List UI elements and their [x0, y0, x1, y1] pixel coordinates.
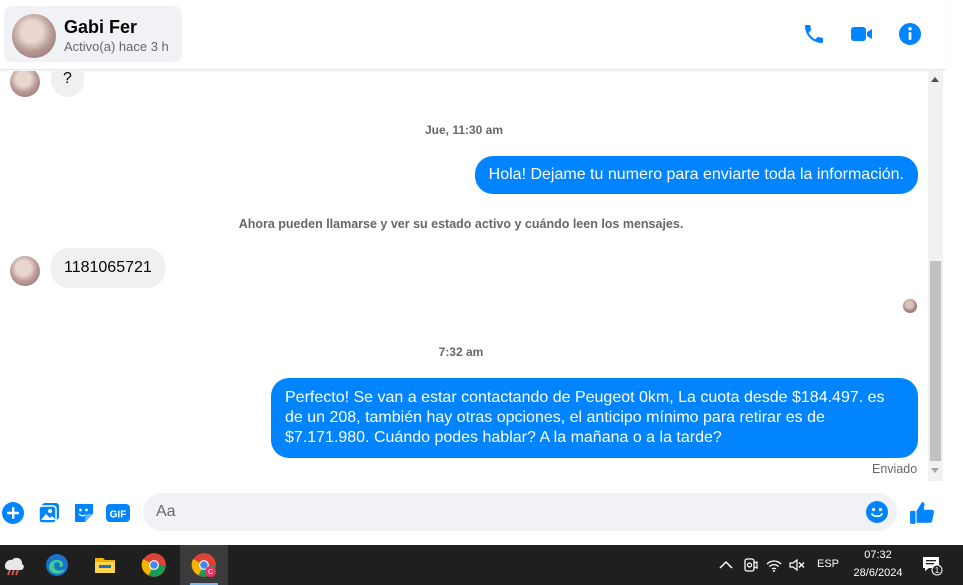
taskbar-chrome-profile[interactable]: C — [180, 545, 228, 585]
svg-text:C: C — [208, 569, 213, 576]
outgoing-message[interactable]: Hola! Dejame tu numero para enviarte tod… — [474, 156, 918, 194]
message-line: $7.171.980. Cuándo podes hablar? A la ma… — [285, 429, 722, 446]
system-notice: Ahora pueden llamarse y ver su estado ac… — [238, 217, 684, 231]
scroll-down-arrow-icon[interactable] — [931, 468, 939, 473]
gallery-icon[interactable] — [37, 501, 61, 525]
scroll-thumb[interactable] — [930, 261, 941, 461]
incoming-message[interactable]: 1181065721 — [51, 248, 165, 288]
taskbar-chrome[interactable] — [130, 545, 178, 585]
contact-name[interactable]: Gabi Fer — [64, 17, 137, 38]
volume-muted-icon[interactable] — [788, 556, 806, 574]
delivery-status: Enviado — [872, 462, 918, 476]
message-input[interactable] — [143, 493, 843, 531]
add-icon[interactable] — [1, 501, 25, 525]
message-list[interactable]: ? Jue, 11:30 am Hola! Dejame tu numero p… — [0, 71, 928, 481]
like-icon[interactable] — [909, 500, 935, 526]
scroll-up-arrow-icon[interactable] — [931, 77, 939, 82]
language-indicator[interactable]: ESP — [817, 558, 839, 570]
contact-avatar[interactable] — [12, 14, 56, 58]
info-icon[interactable] — [898, 22, 922, 46]
weather-icon — [4, 557, 24, 576]
timestamp: Jue, 11:30 am — [424, 123, 504, 137]
file-explorer-icon — [95, 558, 115, 573]
message-line: Perfecto! Se van a estar contactando de … — [285, 389, 885, 406]
video-call-icon[interactable] — [850, 22, 874, 46]
chevron-up-icon[interactable] — [717, 556, 735, 574]
sender-avatar[interactable] — [10, 71, 40, 97]
contact-status: Activo(a) hace 3 h — [64, 39, 169, 54]
chat-header: Gabi Fer Activo(a) hace 3 h — [0, 0, 946, 70]
svg-text:GIF: GIF — [110, 510, 127, 521]
chat-scrollbar[interactable] — [928, 71, 943, 481]
windows-taskbar: C ESP 07:32 28/6/2024 1 — [0, 545, 963, 585]
meet-now-icon[interactable] — [741, 556, 759, 574]
chrome-profile-icon: C — [191, 553, 216, 577]
clock-time[interactable]: 07:32 — [850, 549, 906, 561]
outgoing-message[interactable]: Perfecto! Se van a estar contactando de … — [271, 378, 918, 458]
notification-count: 1 — [935, 566, 940, 575]
wifi-icon[interactable] — [765, 556, 783, 574]
notifications-icon[interactable]: 1 — [921, 554, 943, 576]
timestamp: 7:32 am — [438, 345, 484, 359]
clock-date[interactable]: 28/6/2024 — [850, 567, 906, 579]
seen-avatar — [903, 299, 917, 313]
sticker-icon[interactable] — [72, 501, 96, 525]
message-line: de un 208, también hay otras opciones, e… — [285, 409, 825, 426]
message-composer: GIF — [0, 488, 963, 538]
emoji-icon[interactable] — [865, 500, 889, 524]
gif-icon[interactable]: GIF — [106, 501, 130, 525]
incoming-message[interactable]: ? — [51, 71, 84, 97]
taskbar-file-explorer[interactable] — [81, 545, 129, 585]
edge-icon — [46, 554, 68, 576]
contact-card[interactable]: Gabi Fer Activo(a) hace 3 h — [4, 6, 182, 62]
message-input-wrap — [143, 493, 897, 531]
chrome-icon — [141, 553, 166, 577]
sender-avatar[interactable] — [10, 256, 40, 286]
taskbar-edge[interactable] — [33, 545, 81, 585]
phone-icon[interactable] — [802, 22, 826, 46]
